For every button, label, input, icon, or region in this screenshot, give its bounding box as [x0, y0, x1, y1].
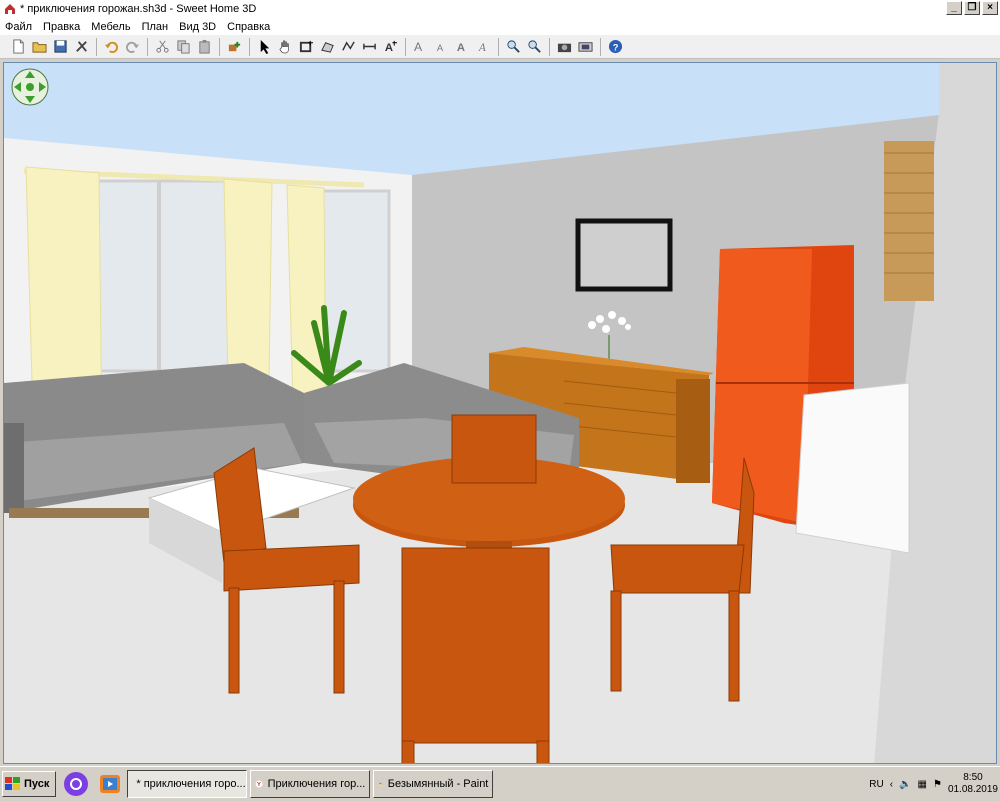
open-icon[interactable]: [29, 37, 49, 57]
toolbar: A A A A A ?: [0, 35, 1000, 59]
task-label: Приключения гор...: [267, 778, 366, 790]
task-label: * приключения горо...: [136, 778, 246, 790]
menu-file[interactable]: Файл: [0, 21, 38, 33]
task-sweet-home[interactable]: * приключения горо...: [127, 770, 248, 798]
close-button[interactable]: ×: [982, 1, 998, 15]
task-yandex-browser[interactable]: Y Приключения гор...: [250, 770, 371, 798]
italic-text-icon[interactable]: A: [473, 37, 493, 57]
bold-text-icon[interactable]: A: [452, 37, 472, 57]
menu-3d-view[interactable]: Вид 3D: [174, 21, 222, 33]
menu-furniture[interactable]: Мебель: [86, 21, 136, 33]
svg-text:A: A: [456, 42, 464, 54]
start-label: Пуск: [24, 778, 50, 790]
window-title: * приключения горожан.sh3d - Sweet Home …: [20, 3, 257, 15]
save-icon[interactable]: [50, 37, 70, 57]
menu-bar: Файл Правка Мебель План Вид 3D Справка: [0, 18, 1000, 35]
undo-icon[interactable]: [101, 37, 121, 57]
photo-icon[interactable]: [554, 37, 574, 57]
3d-view[interactable]: [3, 62, 997, 764]
create-walls-icon[interactable]: [296, 37, 316, 57]
windows-logo-icon: [5, 777, 20, 790]
clock-time: 8:50: [963, 772, 983, 783]
zoom-out-icon[interactable]: [524, 37, 544, 57]
create-dimensions-icon[interactable]: [359, 37, 379, 57]
menu-edit[interactable]: Правка: [38, 21, 86, 33]
create-polylines-icon[interactable]: [338, 37, 358, 57]
redo-icon[interactable]: [122, 37, 142, 57]
svg-text:A: A: [384, 42, 392, 54]
decrease-text-icon[interactable]: A: [431, 37, 451, 57]
increase-text-icon[interactable]: A: [410, 37, 430, 57]
svg-text:Y: Y: [257, 782, 261, 788]
cut-tool-icon[interactable]: [71, 37, 91, 57]
scissors-icon[interactable]: [152, 37, 172, 57]
copy-icon[interactable]: [173, 37, 193, 57]
yandex-browser-icon: Y: [255, 780, 264, 788]
flag-icon[interactable]: ⚑: [933, 779, 942, 790]
alice-assistant-icon[interactable]: [62, 770, 90, 798]
new-file-icon[interactable]: [8, 37, 28, 57]
title-bar: * приключения горожан.sh3d - Sweet Home …: [0, 0, 1000, 18]
svg-text:A: A: [477, 42, 485, 54]
menu-plan[interactable]: План: [137, 21, 175, 33]
chevron-icon[interactable]: ‹: [890, 779, 893, 790]
paste-icon[interactable]: [194, 37, 214, 57]
3d-room-scene: [4, 63, 996, 763]
paint-icon: [378, 782, 384, 787]
svg-text:A: A: [413, 40, 422, 54]
help-icon[interactable]: ?: [605, 37, 625, 57]
taskbar: Пуск * приключения горо... Y Приключения…: [0, 766, 1000, 801]
add-furniture-icon[interactable]: [224, 37, 244, 57]
network-icon[interactable]: ▦: [918, 779, 927, 790]
task-label: Безымянный - Paint: [387, 778, 489, 790]
select-arrow-icon[interactable]: [254, 37, 274, 57]
video-icon[interactable]: [575, 37, 595, 57]
pan-hand-icon[interactable]: [275, 37, 295, 57]
start-button[interactable]: Пуск: [2, 771, 57, 797]
minimize-button[interactable]: _: [946, 1, 962, 15]
zoom-in-icon[interactable]: [503, 37, 523, 57]
create-rooms-icon[interactable]: [317, 37, 337, 57]
language-indicator[interactable]: RU: [869, 779, 883, 790]
clock[interactable]: 8:50 01.08.2019: [948, 772, 998, 796]
sweet-home-app-icon: [4, 3, 16, 15]
svg-text:?: ?: [612, 42, 618, 52]
clock-date: 01.08.2019: [947, 784, 998, 795]
navigation-arrows-icon[interactable]: [10, 67, 50, 107]
menu-help[interactable]: Справка: [222, 21, 276, 33]
svg-text:A: A: [436, 43, 443, 53]
system-tray: RU ‹ 🔈 ▦ ⚑ 8:50 01.08.2019: [869, 770, 998, 798]
volume-icon[interactable]: 🔈: [899, 779, 911, 790]
maximize-button[interactable]: ❐: [964, 1, 980, 15]
media-player-icon[interactable]: [96, 770, 124, 798]
task-paint[interactable]: Безымянный - Paint: [373, 770, 494, 798]
add-text-icon[interactable]: A: [380, 37, 400, 57]
